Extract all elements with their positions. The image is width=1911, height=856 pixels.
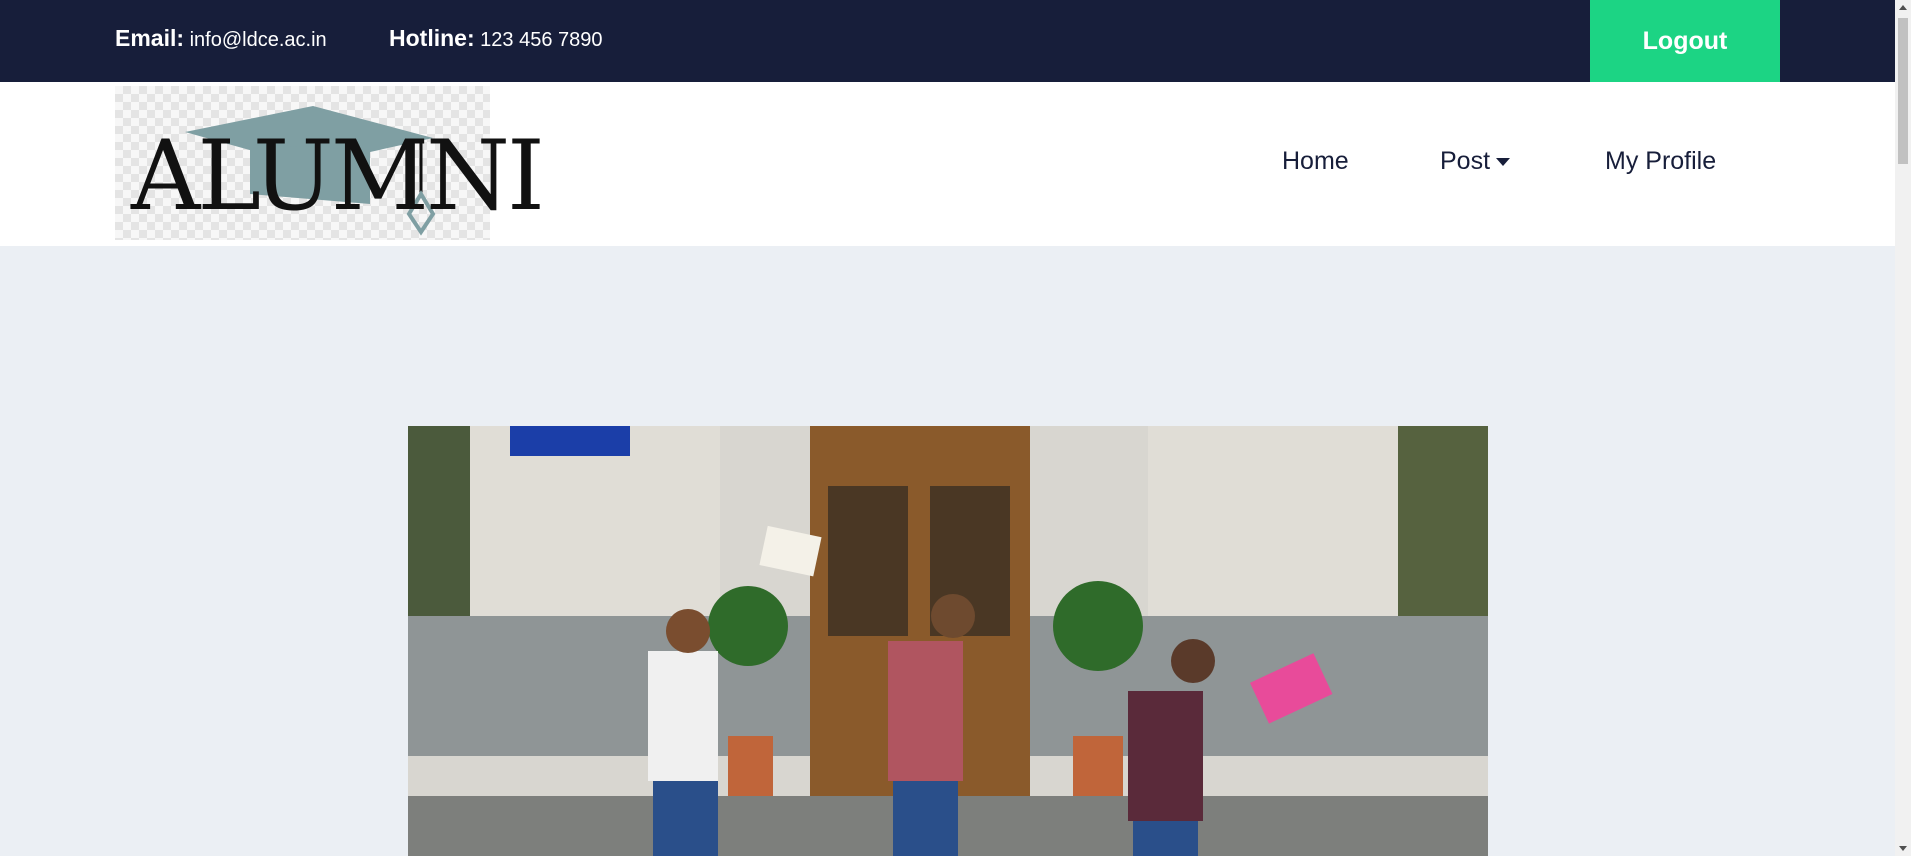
nav-home[interactable]: Home xyxy=(1282,147,1349,176)
caret-down-icon xyxy=(1496,158,1511,167)
top-bar: Email: info@ldce.ac.in Hotline: 123 456 … xyxy=(0,0,1895,82)
page-scrollbar[interactable] xyxy=(1895,0,1911,856)
hero-image xyxy=(408,426,1488,856)
nav-post-label: Post xyxy=(1440,147,1491,175)
nav-post[interactable]: Post xyxy=(1440,147,1511,176)
contact-email: Email: info@ldce.ac.in xyxy=(115,25,327,52)
main-navbar: ALUMNI Home Post My Profile xyxy=(0,82,1895,246)
logout-button[interactable]: Logout xyxy=(1590,0,1780,82)
hero-photo xyxy=(408,426,1488,856)
email-value: info@ldce.ac.in xyxy=(189,29,327,51)
scroll-thumb[interactable] xyxy=(1898,18,1908,164)
hotline-label: Hotline: xyxy=(389,25,475,51)
contact-hotline: Hotline: 123 456 7890 xyxy=(389,25,603,52)
logo-text: ALUMNI xyxy=(131,120,545,232)
hotline-value: 123 456 7890 xyxy=(480,29,603,51)
scroll-down-icon[interactable] xyxy=(1899,846,1907,851)
nav-my-profile[interactable]: My Profile xyxy=(1605,147,1716,176)
alumni-logo[interactable]: ALUMNI xyxy=(115,86,545,240)
scroll-up-icon[interactable] xyxy=(1899,5,1907,10)
email-label: Email: xyxy=(115,25,185,51)
